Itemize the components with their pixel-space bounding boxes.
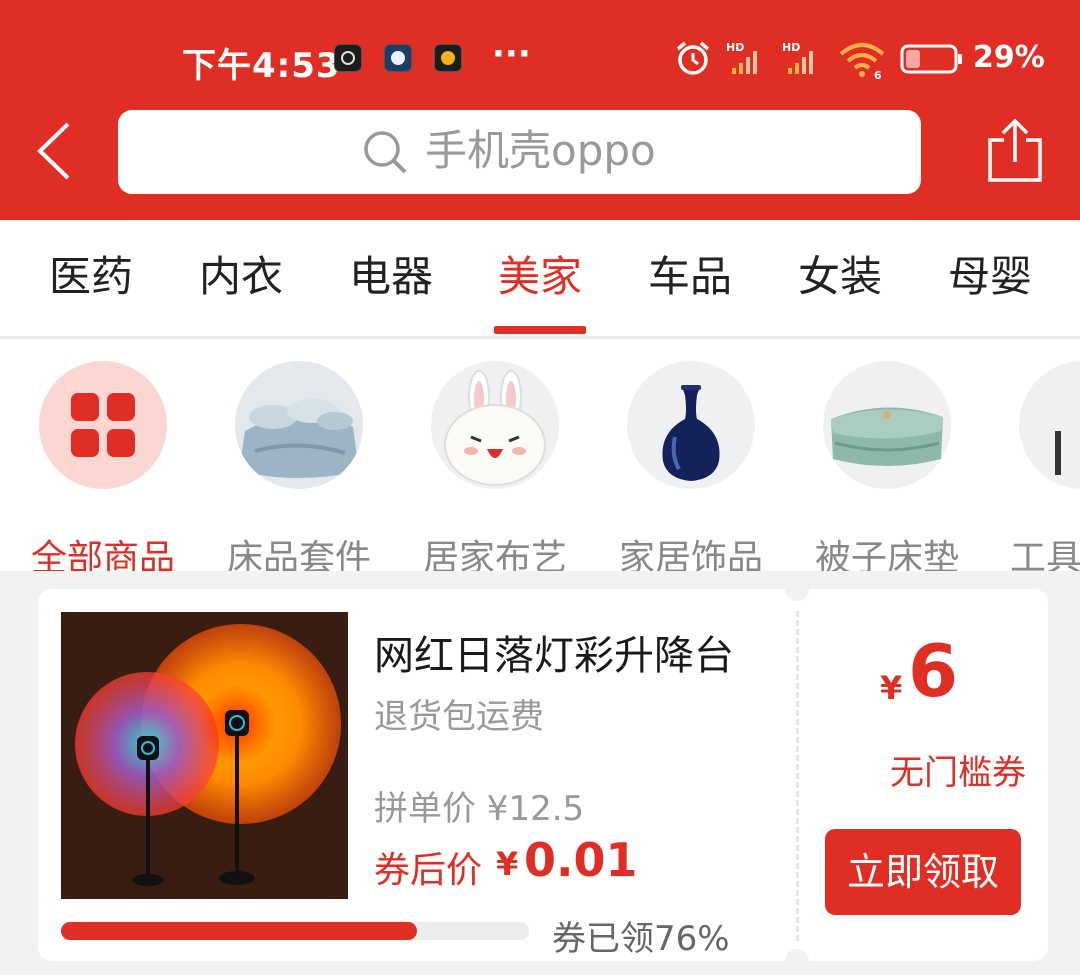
subcategory-thumb bbox=[39, 361, 167, 489]
quilt-image bbox=[831, 407, 943, 466]
claim-progress-bar bbox=[61, 922, 529, 940]
tab-women[interactable]: 女装 bbox=[790, 250, 890, 304]
claim-progress-fill bbox=[61, 922, 417, 940]
notification-app-icon bbox=[334, 44, 362, 72]
after-coupon-price: 0.01 bbox=[524, 833, 638, 887]
coupon-currency: ¥ bbox=[880, 669, 903, 707]
wifi-icon: 6 bbox=[839, 43, 885, 80]
tab-underwear[interactable]: 内衣 bbox=[191, 250, 291, 304]
group-buy-price: 拼单价 ¥12.5 bbox=[374, 789, 585, 829]
status-bar: 下午4:53 ··· HD HD 6 29% bbox=[0, 0, 1080, 110]
sunset-lamp-image bbox=[61, 612, 348, 899]
signal-icon: HD bbox=[726, 41, 757, 74]
signal-icon: HD bbox=[782, 41, 813, 74]
svg-text:HD: HD bbox=[782, 41, 800, 54]
subcategory-thumb bbox=[823, 361, 951, 489]
bedding-image bbox=[235, 361, 363, 489]
subcategory-label: 居家布艺 bbox=[422, 538, 567, 571]
subcategory-label: 工具 bbox=[1010, 538, 1080, 571]
subcategory-label: 全部商品 bbox=[30, 538, 175, 571]
subcategory-thumb bbox=[431, 361, 559, 489]
search-icon bbox=[364, 131, 407, 174]
notification-app-icon bbox=[434, 44, 462, 72]
notification-app-icon bbox=[384, 44, 412, 72]
search-input[interactable]: 手机壳oppo bbox=[118, 110, 921, 194]
battery-icon bbox=[900, 44, 962, 74]
claimed-percent: 券已领76% bbox=[552, 919, 730, 959]
coupon-type: 无门槛券 bbox=[890, 753, 1026, 793]
subcategory-thumb bbox=[235, 361, 363, 489]
grid-icon bbox=[71, 393, 135, 457]
svg-text:HD: HD bbox=[726, 41, 744, 54]
tab-medicine[interactable]: 医药 bbox=[41, 250, 141, 304]
vase-image bbox=[662, 385, 720, 481]
svg-text:6: 6 bbox=[874, 69, 882, 80]
coupon-notch bbox=[785, 577, 809, 601]
tab-appliances[interactable]: 电器 bbox=[341, 250, 441, 304]
currency-symbol: ¥ bbox=[496, 845, 519, 883]
coupon-divider bbox=[796, 611, 799, 941]
coupon-notch bbox=[785, 949, 809, 973]
search-placeholder: 手机壳oppo bbox=[425, 126, 656, 175]
bunny-pillow-image bbox=[444, 370, 546, 486]
coupon-value: 6 bbox=[908, 629, 959, 713]
tab-car[interactable]: 车品 bbox=[640, 250, 740, 304]
more-notifications-icon: ··· bbox=[492, 34, 531, 74]
claim-coupon-button[interactable]: 立即领取 bbox=[825, 829, 1021, 915]
product-image[interactable] bbox=[61, 612, 348, 899]
category-tabs: 医药 内衣 电器 美家 车品 女装 母婴 bbox=[0, 220, 1080, 339]
after-coupon-label: 券后价 bbox=[374, 850, 483, 891]
alarm-icon bbox=[676, 41, 710, 75]
subcategory-row: 全部商品 床品套件 居家布艺 家居饰品 被子床垫 工具 bbox=[0, 339, 1080, 571]
subcategory-thumb bbox=[1019, 361, 1080, 489]
subcategory-thumb bbox=[627, 361, 755, 489]
tab-baby[interactable]: 母婴 bbox=[940, 250, 1040, 304]
tab-home[interactable]: 美家 bbox=[490, 250, 590, 304]
subcategory-label: 被子床垫 bbox=[814, 538, 959, 571]
active-tab-indicator bbox=[494, 326, 586, 334]
battery-percent: 29% bbox=[973, 40, 1045, 75]
status-time: 下午4:53 bbox=[182, 46, 341, 86]
subcategory-label: 床品套件 bbox=[226, 538, 371, 571]
share-icon[interactable] bbox=[986, 118, 1044, 184]
free-return-shipping-tag: 退货包运费 bbox=[374, 697, 544, 737]
product-card[interactable]: 网红日落灯彩升降台 退货包运费 拼单价 ¥12.5 券后价 ¥ 0.01 券已领… bbox=[38, 577, 1048, 973]
back-arrow-icon[interactable] bbox=[30, 118, 80, 184]
tools-image bbox=[1055, 431, 1061, 475]
header: 下午4:53 ··· HD HD 6 29% 手机壳oppo bbox=[0, 0, 1080, 220]
subcategory-label: 家居饰品 bbox=[618, 538, 763, 571]
product-title[interactable]: 网红日落灯彩升降台 bbox=[374, 623, 734, 681]
